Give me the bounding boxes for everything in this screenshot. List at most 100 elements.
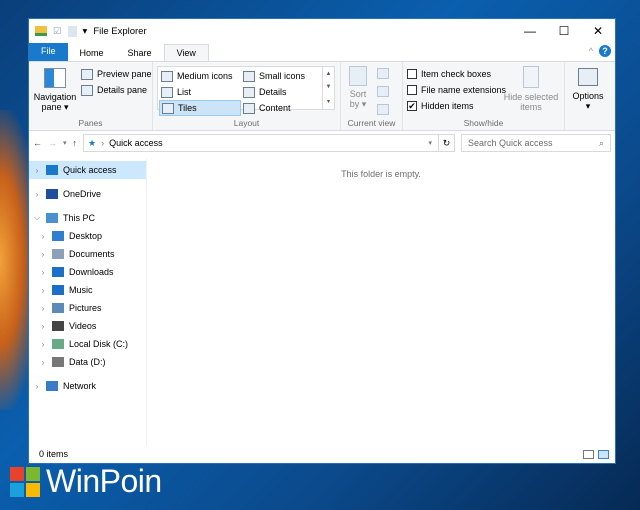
layout-group: Medium icons Small icons List Details Ti… <box>153 62 341 130</box>
scroll-up-icon[interactable]: ▲ <box>323 71 334 77</box>
search-icon[interactable]: ⌕ <box>599 138 604 149</box>
chevron-right-icon[interactable]: › <box>39 358 47 367</box>
maximize-button[interactable]: ☐ <box>547 24 581 38</box>
details-view-button[interactable] <box>583 449 594 459</box>
nav-item-onedrive[interactable]: › OneDrive <box>29 185 146 203</box>
winpoin-logo: WinPoin <box>10 463 162 500</box>
nav-item-this-pc[interactable]: ⌵ This PC <box>29 209 146 227</box>
customize-qat-icon[interactable]: ▾ <box>83 26 88 37</box>
forward-button[interactable]: → <box>48 138 57 148</box>
file-name-extensions-checkbox[interactable] <box>407 85 417 95</box>
nav-item-quick-access[interactable]: › Quick access <box>29 161 146 179</box>
sort-by-label: Sort by ▾ <box>349 89 367 109</box>
refresh-button[interactable]: ↻ <box>438 135 454 151</box>
chevron-right-icon[interactable]: › <box>33 190 41 199</box>
nav-item-videos[interactable]: › Videos <box>29 317 146 335</box>
layout-label: List <box>177 87 192 97</box>
nav-item-music[interactable]: › Music <box>29 281 146 299</box>
layout-gallery: Medium icons Small icons List Details Ti… <box>157 66 335 116</box>
layout-tiles[interactable]: Tiles <box>159 100 241 116</box>
address-dropdown-icon[interactable]: ▾ <box>428 139 432 147</box>
preview-pane-button[interactable]: Preview pane <box>81 66 152 82</box>
sort-by-button[interactable]: Sort by ▾ <box>347 66 369 110</box>
ribbon-tabs: File Home Share View ^ ? <box>29 43 615 61</box>
navigation-pane: › Quick access › OneDrive ⌵ This PC › Desktop › D… <box>29 159 147 445</box>
nav-item-icon <box>46 189 58 199</box>
minimize-button[interactable]: — <box>513 24 547 38</box>
nav-item-icon <box>52 267 64 277</box>
nav-item-documents[interactable]: › Documents <box>29 245 146 263</box>
chevron-right-icon[interactable]: › <box>39 322 47 331</box>
large-icons-view-button[interactable] <box>598 449 609 459</box>
properties-quick-icon[interactable]: ☑ <box>53 26 62 37</box>
details-pane-button[interactable]: Details pane <box>81 82 152 98</box>
chevron-right-icon[interactable]: › <box>33 166 41 175</box>
nav-item-local-disk-c[interactable]: › Local Disk (C:) <box>29 335 146 353</box>
options-button[interactable]: Options ▾ <box>565 62 611 130</box>
tab-file[interactable]: File <box>29 43 68 61</box>
file-list[interactable]: This folder is empty. <box>147 159 615 445</box>
chevron-down-icon[interactable]: ⌵ <box>33 213 41 223</box>
layout-details[interactable]: Details <box>241 84 323 100</box>
chevron-right-icon[interactable]: › <box>39 250 47 259</box>
layout-medium-icons[interactable]: Medium icons <box>159 68 241 84</box>
address-bar[interactable]: ★ › Quick access ▾ ↻ <box>83 134 455 152</box>
chevron-right-icon[interactable]: › <box>39 304 47 313</box>
chevron-right-icon[interactable]: › <box>39 232 47 241</box>
layout-list[interactable]: List <box>159 84 241 100</box>
current-view-group-label: Current view <box>347 118 396 128</box>
layout-small-icons[interactable]: Small icons <box>241 68 323 84</box>
title-bar: ☑ ▾ File Explorer — ☐ ✕ <box>29 19 615 43</box>
sort-by-icon <box>349 66 367 86</box>
nav-item-label: This PC <box>63 213 96 223</box>
navigation-pane-button[interactable]: Navigation pane ▾ <box>33 68 77 113</box>
nav-item-data-d[interactable]: › Data (D:) <box>29 353 146 371</box>
nav-item-icon <box>52 285 64 295</box>
nav-item-desktop[interactable]: › Desktop <box>29 227 146 245</box>
nav-item-network[interactable]: › Network <box>29 377 146 395</box>
search-input[interactable]: Search Quick access ⌕ <box>461 134 611 152</box>
empty-folder-message: This folder is empty. <box>341 169 421 179</box>
close-button[interactable]: ✕ <box>581 24 615 38</box>
chevron-right-icon[interactable]: › <box>33 382 41 391</box>
small-icons-icon <box>243 70 255 82</box>
nav-item-pictures[interactable]: › Pictures <box>29 299 146 317</box>
help-icon[interactable]: ? <box>599 45 611 57</box>
up-button[interactable]: ↑ <box>73 138 78 148</box>
recent-locations-icon[interactable]: ▾ <box>63 139 67 147</box>
chevron-right-icon[interactable]: › <box>39 268 47 277</box>
add-columns-icon[interactable] <box>377 86 389 97</box>
chevron-right-icon[interactable]: › <box>39 286 47 295</box>
chevron-right-icon[interactable]: › <box>39 340 47 349</box>
file-explorer-window: ☑ ▾ File Explorer — ☐ ✕ File Home Share … <box>28 18 616 464</box>
gallery-scrollbar[interactable]: ▲ ▼ ▾ <box>322 67 334 109</box>
window-title: File Explorer <box>93 25 147 37</box>
hide-selected-items-button[interactable]: Hide selected items <box>503 66 559 112</box>
options-label: Options ▾ <box>572 91 604 111</box>
item-check-boxes-label: Item check boxes <box>421 69 492 79</box>
layout-content[interactable]: Content <box>241 100 323 116</box>
hidden-items-checkbox[interactable]: ✔ <box>407 101 417 111</box>
nav-item-icon <box>52 249 64 259</box>
tab-home[interactable]: Home <box>68 45 116 61</box>
gallery-expand-icon[interactable]: ▾ <box>323 98 334 105</box>
item-check-boxes-checkbox[interactable] <box>407 69 417 79</box>
layout-group-label: Layout <box>233 118 260 128</box>
nav-item-downloads[interactable]: › Downloads <box>29 263 146 281</box>
nav-item-label: Desktop <box>69 231 103 241</box>
tab-share[interactable]: Share <box>116 45 164 61</box>
panes-group-label: Panes <box>78 118 103 128</box>
new-folder-quick-icon[interactable] <box>67 25 77 37</box>
breadcrumb-separator-icon[interactable]: › <box>101 138 104 148</box>
nav-item-label: Music <box>69 285 93 295</box>
group-by-icon[interactable] <box>377 68 389 79</box>
scroll-down-icon[interactable]: ▼ <box>323 84 334 90</box>
logo-text: WinPoin <box>46 463 162 499</box>
tab-view[interactable]: View <box>163 44 209 61</box>
layout-label: Medium icons <box>177 71 233 81</box>
size-columns-icon[interactable] <box>377 104 389 115</box>
main-area: › Quick access › OneDrive ⌵ This PC › Desktop › D… <box>29 159 615 445</box>
back-button[interactable]: ← <box>33 138 42 148</box>
nav-item-label: Local Disk (C:) <box>69 339 129 349</box>
collapse-ribbon-icon[interactable]: ^ <box>589 46 593 56</box>
